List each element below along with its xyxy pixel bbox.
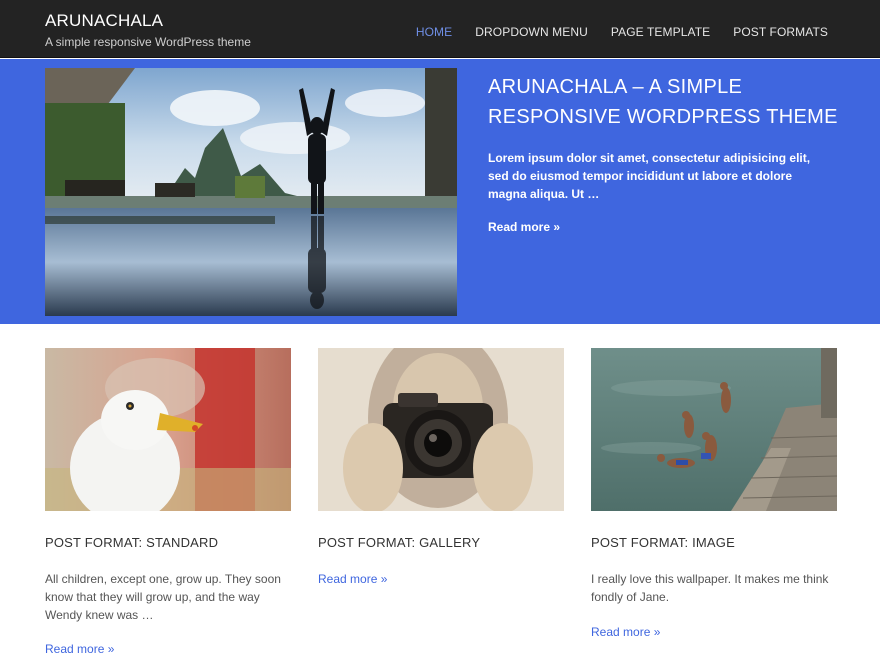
- featured-image[interactable]: [45, 68, 457, 316]
- featured-post-excerpt: Lorem ipsum dolor sit amet, consectetur …: [488, 151, 811, 201]
- post-card-gallery: POST FORMAT: GALLERY Read more »: [318, 348, 564, 586]
- read-more-link-gallery[interactable]: Read more »: [318, 572, 387, 586]
- site-title-link[interactable]: ARUNACHALA: [45, 11, 163, 31]
- featured-post-title[interactable]: ARUNACHALA – A SIMPLE RESPONSIVE WORDPRE…: [488, 72, 848, 132]
- site-header: ARUNACHALA A simple responsive WordPress…: [0, 0, 880, 58]
- seagull-image: [45, 348, 291, 511]
- post-excerpt-image: I really love this wallpaper. It makes m…: [591, 572, 829, 604]
- site-description: A simple responsive WordPress theme: [45, 35, 251, 49]
- nav-item-dropdown-menu[interactable]: DROPDOWN MENU: [475, 25, 588, 39]
- nav-item-page-template[interactable]: PAGE TEMPLATE: [611, 25, 710, 39]
- nav-item-post-formats[interactable]: POST FORMATS: [733, 25, 828, 39]
- post-image-camera[interactable]: [318, 348, 564, 511]
- post-title-standard[interactable]: POST FORMAT: STANDARD: [45, 535, 218, 550]
- post-card-image: POST FORMAT: IMAGE I really love this wa…: [591, 348, 837, 639]
- post-excerpt-standard: All children, except one, grow up. They …: [45, 572, 281, 622]
- post-card-standard: POST FORMAT: STANDARD All children, exce…: [45, 348, 291, 656]
- featured-read-more-link[interactable]: Read more »: [488, 220, 560, 234]
- camera-photographer-image: [318, 348, 564, 511]
- boys-diving-image: [591, 348, 837, 511]
- nav-item-home[interactable]: HOME: [416, 25, 452, 39]
- main-navigation: HOME DROPDOWN MENU PAGE TEMPLATE POST FO…: [416, 25, 828, 39]
- post-image-seagull[interactable]: [45, 348, 291, 511]
- post-image-divers[interactable]: [591, 348, 837, 511]
- infinity-pool-yoga-image: [45, 68, 457, 316]
- post-title-gallery[interactable]: POST FORMAT: GALLERY: [318, 535, 480, 550]
- read-more-link-image[interactable]: Read more »: [591, 625, 660, 639]
- read-more-link-standard[interactable]: Read more »: [45, 642, 114, 656]
- featured-post: ARUNACHALA – A SIMPLE RESPONSIVE WORDPRE…: [0, 59, 880, 324]
- post-title-image[interactable]: POST FORMAT: IMAGE: [591, 535, 735, 550]
